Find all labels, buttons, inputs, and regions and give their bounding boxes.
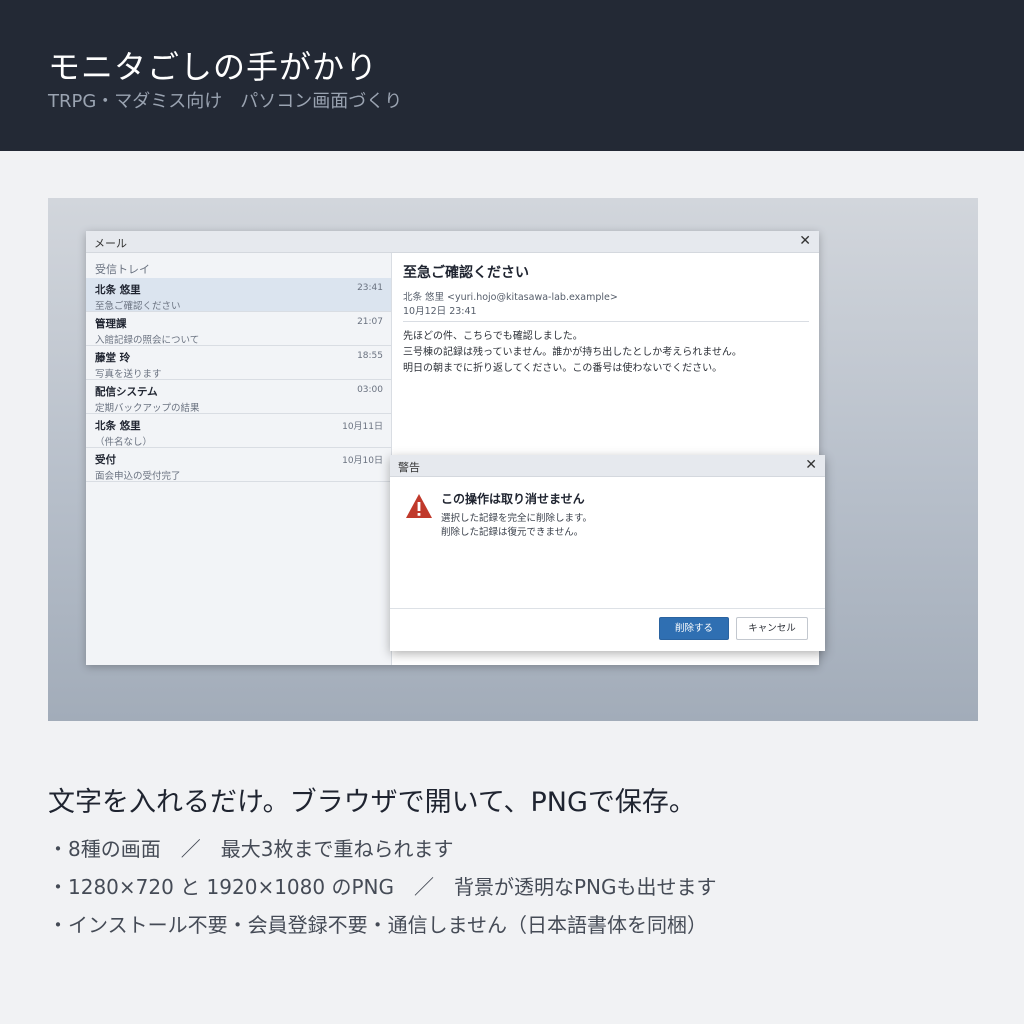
mail-time: 10月10日: [342, 456, 383, 466]
delete-button[interactable]: 削除する: [659, 617, 729, 640]
mail-subject: 至急ご確認ください: [95, 301, 181, 312]
mail-window-title: メール: [94, 237, 127, 250]
mail-from: 管理課: [95, 318, 127, 330]
inbox-header: 受信トレイ: [95, 263, 150, 276]
mail-from: 北条 悠里: [95, 420, 141, 432]
divider: [390, 608, 825, 609]
warning-icon: [406, 494, 432, 518]
mail-subject: 写真を送ります: [95, 369, 162, 380]
feature-list: ・8種の画面 ／ 最大3枚まで重ねられます ・1280×720 と 1920×1…: [48, 830, 717, 944]
mail-subject: 入館記録の照会について: [95, 335, 200, 346]
page-title: モニタごしの手がかり: [48, 48, 379, 86]
dialog-title: 警告: [398, 461, 420, 474]
page-subtitle: TRPG・マダミス向け パソコン画面づくり: [48, 91, 403, 112]
warning-dialog: 警告 ✕ この操作は取り消せません 選択した記録を完全に削除します。 削除した記…: [390, 455, 825, 651]
inbox-list: 受信トレイ 北条 悠里 至急ご確認ください 23:41 管理課 入館記録の照会に…: [86, 253, 392, 665]
dialog-message-line: 削除した記録は復元できません。: [441, 527, 584, 538]
reading-subject: 至急ご確認ください: [403, 265, 529, 281]
promo-headline: 文字を入れるだけ。ブラウザで開いて、PNGで保存。: [48, 787, 696, 818]
close-icon[interactable]: ✕: [799, 233, 811, 249]
mail-from: 藤堂 玲: [95, 352, 131, 364]
dialog-message-line: 選択した記録を完全に削除します。: [441, 513, 593, 524]
divider: [403, 321, 809, 322]
mail-time: 10月11日: [342, 422, 383, 432]
mail-titlebar: メール ✕: [86, 231, 819, 253]
mail-list-item[interactable]: 配信システム 定期バックアップの結果 03:00: [86, 380, 391, 414]
dialog-message: 選択した記録を完全に削除します。 削除した記録は復元できません。: [441, 512, 592, 540]
mail-from: 北条 悠里: [95, 284, 141, 296]
mail-time: 18:55: [357, 351, 383, 361]
reading-sender: 北条 悠里 <yuri.hojo@kitasawa-lab.example>: [403, 292, 618, 303]
reading-date: 10月12日 23:41: [403, 306, 477, 317]
dialog-titlebar: 警告 ✕: [390, 455, 825, 477]
cancel-button[interactable]: キャンセル: [736, 617, 808, 640]
mail-subject: 定期バックアップの結果: [95, 403, 200, 414]
mail-list-item[interactable]: 管理課 入館記録の照会について 21:07: [86, 312, 391, 346]
feature-item: ・8種の画面 ／ 最大3枚まで重ねられます: [48, 837, 454, 861]
mail-from: 配信システム: [95, 386, 158, 398]
mail-list-item[interactable]: 藤堂 玲 写真を送ります 18:55: [86, 346, 391, 380]
feature-item: ・1280×720 と 1920×1080 のPNG ／ 背景が透明なPNGも出…: [48, 875, 717, 899]
mail-from: 受付: [95, 454, 116, 466]
dialog-heading: この操作は取り消せません: [441, 492, 585, 506]
mail-list-item[interactable]: 北条 悠里 至急ご確認ください 23:41: [86, 278, 391, 312]
mail-time: 23:41: [357, 283, 383, 293]
mail-time: 03:00: [357, 385, 383, 395]
feature-item: ・インストール不要・会員登録不要・通信しません（日本語書体を同梱）: [48, 913, 707, 937]
body-line: 明日の朝までに折り返してください。この番号は使わないでください。: [403, 363, 723, 374]
close-icon[interactable]: ✕: [805, 457, 817, 473]
body-line: 三号棟の記録は残っていません。誰かが持ち出したとしか考えられません。: [403, 347, 742, 358]
mail-subject: （件名なし）: [95, 437, 153, 448]
mail-list-item[interactable]: 北条 悠里 （件名なし） 10月11日: [86, 414, 391, 448]
body-line: 先ほどの件、こちらでも確認しました。: [403, 331, 583, 342]
reading-body: 先ほどの件、こちらでも確認しました。 三号棟の記録は残っていません。誰かが持ち出…: [403, 329, 742, 377]
mail-time: 21:07: [357, 317, 383, 327]
promo-header: モニタごしの手がかり TRPG・マダミス向け パソコン画面づくり: [0, 0, 1024, 151]
mail-subject: 面会申込の受付完了: [95, 471, 181, 482]
screenshot-stage: メール ✕ 受信トレイ 北条 悠里 至急ご確認ください 23:41 管理課 入館…: [48, 198, 978, 721]
mail-list-item[interactable]: 受付 面会申込の受付完了 10月10日: [86, 448, 391, 482]
